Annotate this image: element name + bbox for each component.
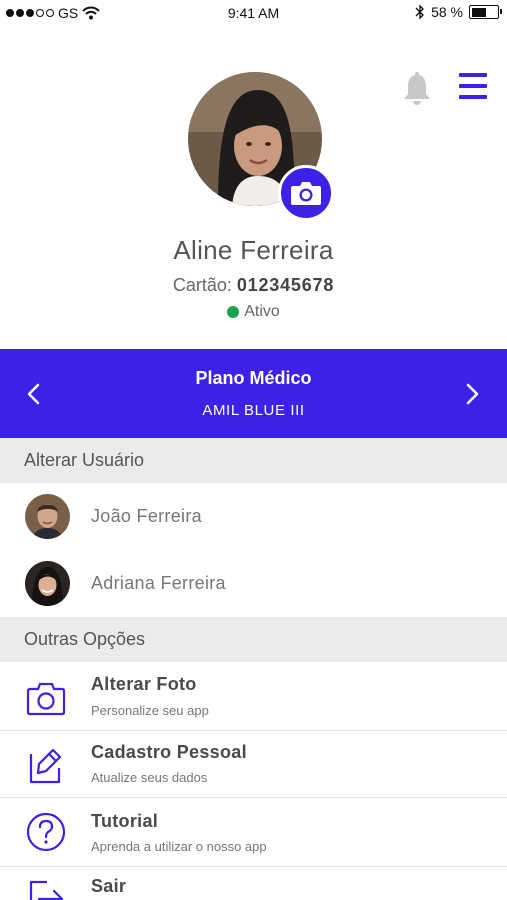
menu-button[interactable] — [459, 73, 487, 103]
logout-icon — [29, 880, 64, 900]
user-name: João Ferreira — [91, 506, 202, 526]
status-badge: Ativo — [0, 303, 507, 321]
option-subtitle: Aprenda a utilizar o nosso app — [91, 839, 267, 854]
status-text: Ativo — [244, 303, 280, 320]
edit-icon — [29, 748, 62, 784]
camera-icon — [291, 182, 321, 205]
card-number: 012345678 — [236, 275, 335, 295]
plan-title: Plano Médico — [195, 368, 312, 388]
option-subtitle: Atualize seus dados — [91, 770, 208, 785]
user-item-joao[interactable]: João Ferreira — [0, 483, 507, 550]
bell-icon — [404, 72, 430, 105]
card-info: Cartão: 012345678 — [0, 275, 507, 296]
bluetooth-icon — [415, 4, 424, 20]
avatar — [25, 494, 70, 539]
switch-user-header: Alterar Usuário — [0, 438, 507, 483]
option-personal-data[interactable]: Cadastro Pessoal Atualize seus dados — [0, 730, 507, 797]
user-name: Adriana Ferreira — [91, 573, 226, 593]
option-tutorial[interactable]: Tutorial Aprenda a utilizar o nosso app — [0, 797, 507, 866]
hamburger-icon — [459, 73, 487, 77]
card-label: Cartão: — [172, 275, 232, 295]
other-options-header: Outras Opções — [0, 617, 507, 662]
option-title: Tutorial — [91, 811, 159, 831]
camera-icon — [26, 682, 66, 716]
option-subtitle: Personalize seu app — [91, 703, 209, 718]
user-name: Aline Ferreira — [173, 235, 334, 265]
question-icon — [26, 812, 66, 852]
user-item-adriana[interactable]: Adriana Ferreira — [0, 550, 507, 617]
notifications-button[interactable] — [401, 72, 433, 111]
status-dot-icon — [227, 306, 240, 318]
change-photo-button[interactable] — [278, 165, 334, 221]
status-bar: GS 9:41 AM 58 % — [0, 0, 507, 28]
option-change-photo[interactable]: Alterar Foto Personalize seu app — [0, 663, 507, 730]
profile-section: Aline Ferreira Cartão: 012345678 Ativo — [0, 28, 507, 349]
chevron-right-icon — [466, 383, 479, 405]
option-title: Alterar Foto — [91, 674, 197, 694]
option-logout[interactable]: Sair — [0, 866, 507, 900]
battery-percent: 58 % — [431, 4, 463, 20]
plan-carousel: Plano Médico AMIL BLUE III — [0, 349, 507, 438]
plan-name: AMIL BLUE III — [202, 402, 305, 419]
option-title: Sair — [91, 876, 127, 896]
option-title: Cadastro Pessoal — [91, 742, 247, 762]
avatar — [25, 561, 70, 606]
battery-icon — [469, 5, 502, 19]
profile-avatar — [188, 72, 334, 221]
next-plan-button[interactable] — [460, 382, 484, 406]
